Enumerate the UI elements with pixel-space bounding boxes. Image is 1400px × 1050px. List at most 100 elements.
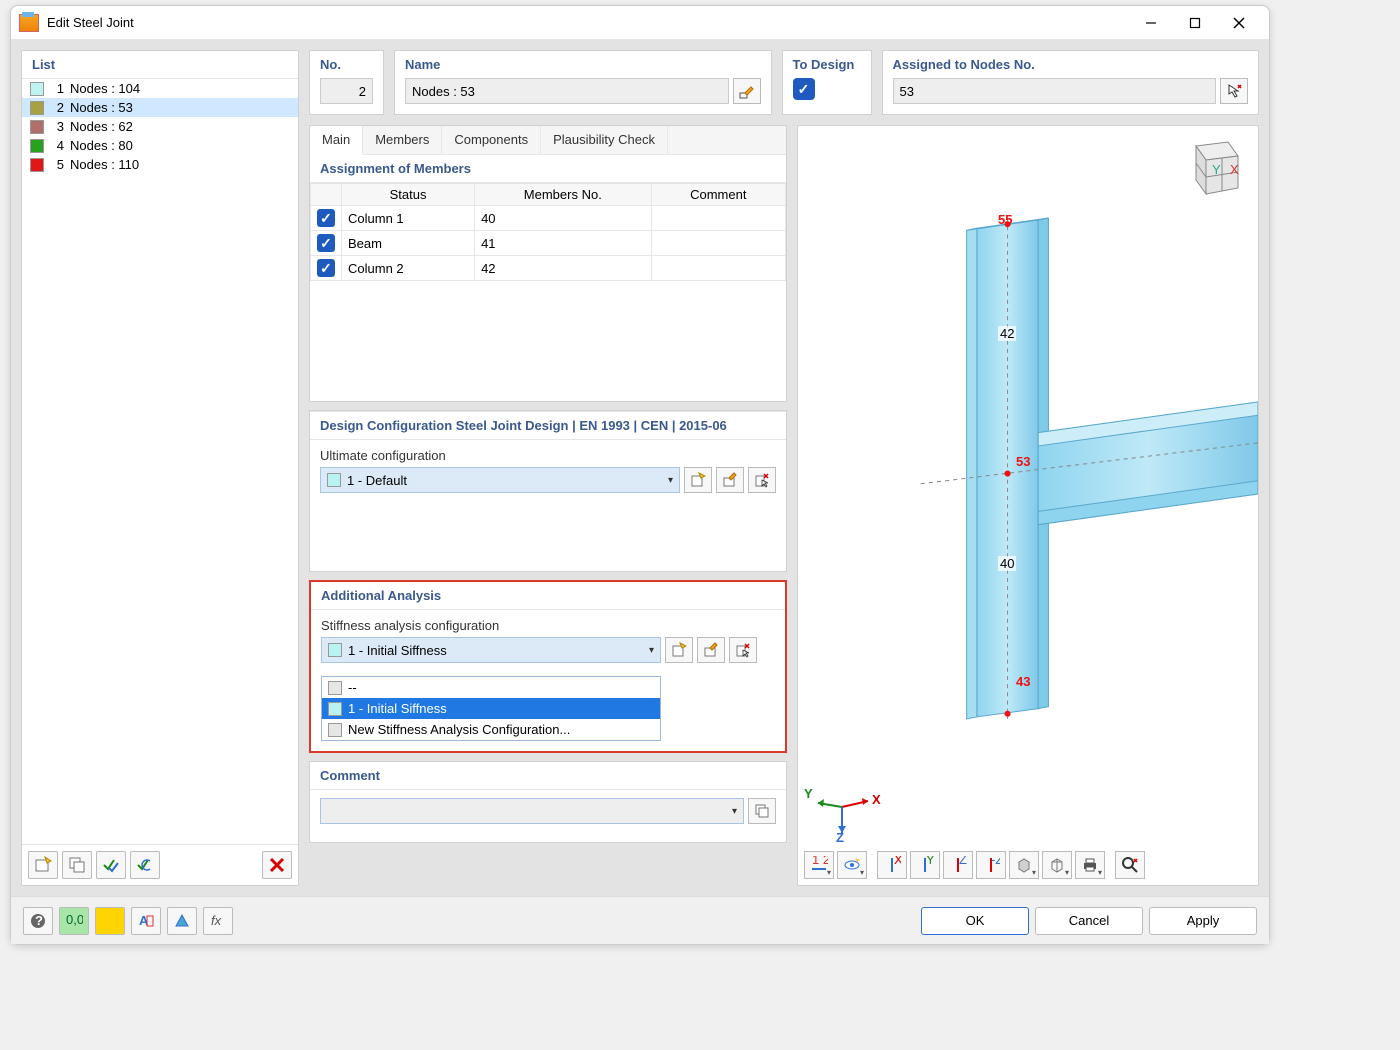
dropdown-option[interactable]: -- — [322, 677, 660, 698]
delete-item-button[interactable] — [262, 851, 292, 879]
row-status: Beam — [342, 231, 475, 256]
vp-visibility-button[interactable] — [837, 851, 867, 879]
vp-print-button[interactable] — [1075, 851, 1105, 879]
nav-cube[interactable]: Y X — [1176, 138, 1246, 202]
design-pick-button[interactable] — [748, 467, 776, 493]
tab-members[interactable]: Members — [363, 126, 442, 154]
design-config-header: Design Configuration Steel Joint Design … — [310, 411, 786, 440]
tab-plausibility-check[interactable]: Plausibility Check — [541, 126, 668, 154]
list-item-index: 4 — [50, 138, 64, 153]
formula-button[interactable]: fx — [203, 907, 233, 935]
list-item[interactable]: 2 Nodes : 53 — [22, 98, 298, 117]
vp-axis-y-button[interactable]: Y — [910, 851, 940, 879]
edit-steel-joint-window: Edit Steel Joint List 1 Nodes : 104 2 No… — [10, 5, 1270, 945]
name-input[interactable]: Nodes : 53 — [405, 78, 729, 104]
maximize-button[interactable] — [1173, 9, 1217, 37]
to-design-label: To Design — [793, 57, 861, 72]
stiffness-config-combo[interactable]: 1 - Initial Siffness ▾ — [321, 637, 661, 663]
uncheck-all-button[interactable] — [130, 851, 160, 879]
tab-main[interactable]: Main — [310, 126, 363, 155]
svg-text:Y: Y — [1212, 162, 1221, 177]
list-item[interactable]: 1 Nodes : 104 — [22, 79, 298, 98]
comment-expand-button[interactable] — [748, 798, 776, 824]
text-settings-button[interactable]: A — [131, 907, 161, 935]
color-swatch — [30, 120, 44, 134]
svg-text:1 2 3: 1 2 3 — [812, 856, 828, 867]
vp-render-mode-button[interactable] — [1042, 851, 1072, 879]
assigned-nodes-panel: Assigned to Nodes No. 53 — [882, 50, 1260, 115]
stiffness-edit-button[interactable] — [697, 637, 725, 663]
list-item-label: Nodes : 62 — [70, 119, 133, 134]
svg-text:Z: Z — [959, 856, 967, 867]
units-button[interactable]: 0,00 — [59, 907, 89, 935]
vp-axis-x-button[interactable]: X — [877, 851, 907, 879]
list-item[interactable]: 4 Nodes : 80 — [22, 136, 298, 155]
vp-dimensions-button[interactable]: 1 2 3 — [804, 851, 834, 879]
viewport-3d[interactable]: 55 42 53 40 43 Y X — [797, 125, 1259, 886]
row-checkbox[interactable] — [317, 259, 335, 277]
design-new-button[interactable] — [684, 467, 712, 493]
duplicate-item-button[interactable] — [62, 851, 92, 879]
list-item[interactable]: 3 Nodes : 62 — [22, 117, 298, 136]
member-label-upper: 42 — [998, 326, 1016, 341]
reset-view-button[interactable] — [167, 907, 197, 935]
list-body[interactable]: 1 Nodes : 104 2 Nodes : 53 3 Nodes : 62 … — [22, 79, 298, 844]
chevron-down-icon: ▾ — [668, 475, 673, 486]
app-icon — [19, 14, 39, 32]
row-checkbox[interactable] — [317, 209, 335, 227]
color-swatch — [30, 139, 44, 153]
vp-zoom-extents-button[interactable] — [1115, 851, 1145, 879]
list-item[interactable]: 5 Nodes : 110 — [22, 155, 298, 174]
assignment-status-col: Status — [342, 184, 475, 206]
color-swatch — [30, 158, 44, 172]
tab-strip: MainMembersComponentsPlausibility Check — [310, 126, 786, 154]
tabs-panel: MainMembersComponentsPlausibility Check … — [309, 125, 787, 402]
stiffness-pick-button[interactable] — [729, 637, 757, 663]
row-comment — [651, 206, 785, 231]
vp-axis-neg-z-button[interactable]: -Z — [976, 851, 1006, 879]
option-label: 1 - Initial Siffness — [348, 701, 447, 716]
option-swatch — [328, 723, 342, 737]
check-all-button[interactable] — [96, 851, 126, 879]
assigned-nodes-input[interactable]: 53 — [893, 78, 1217, 104]
pick-nodes-button[interactable] — [1220, 78, 1248, 104]
vp-iso-view-button[interactable] — [1009, 851, 1039, 879]
cancel-button[interactable]: Cancel — [1035, 907, 1143, 935]
color-swatch — [30, 101, 44, 115]
row-status: Column 2 — [342, 256, 475, 281]
analysis-header: Additional Analysis — [311, 582, 785, 610]
stiffness-new-button[interactable] — [665, 637, 693, 663]
node-label-top: 55 — [998, 212, 1012, 227]
row-comment — [651, 231, 785, 256]
new-item-button[interactable] — [28, 851, 58, 879]
tab-components[interactable]: Components — [442, 126, 541, 154]
to-design-checkbox[interactable] — [793, 78, 815, 100]
dropdown-option[interactable]: 1 - Initial Siffness — [322, 698, 660, 719]
close-window-button[interactable] — [1217, 9, 1261, 37]
design-edit-button[interactable] — [716, 467, 744, 493]
dropdown-option[interactable]: New Stiffness Analysis Configuration... — [322, 719, 660, 740]
color-button[interactable] — [95, 907, 125, 935]
minimize-button[interactable] — [1129, 9, 1173, 37]
apply-button[interactable]: Apply — [1149, 907, 1257, 935]
row-members: 40 — [475, 206, 651, 231]
stiffness-config-dropdown[interactable]: -- 1 - Initial Siffness New Stiffness Anal… — [321, 676, 661, 741]
row-checkbox[interactable] — [317, 234, 335, 252]
edit-name-button[interactable] — [733, 78, 761, 104]
node-label-bot: 43 — [1016, 674, 1030, 689]
table-row[interactable]: Beam 41 — [311, 231, 786, 256]
table-row[interactable]: Column 1 40 — [311, 206, 786, 231]
option-label: New Stiffness Analysis Configuration... — [348, 722, 570, 737]
ok-button[interactable]: OK — [921, 907, 1029, 935]
content-area: List 1 Nodes : 104 2 Nodes : 53 3 Nodes … — [11, 40, 1269, 896]
help-button[interactable]: ? — [23, 907, 53, 935]
vp-axis-z-button[interactable]: Z — [943, 851, 973, 879]
row-members: 41 — [475, 231, 651, 256]
comment-combo[interactable]: ▾ — [320, 798, 744, 824]
ultimate-config-combo[interactable]: 1 - Default ▾ — [320, 467, 680, 493]
design-config-panel: Design Configuration Steel Joint Design … — [309, 410, 787, 572]
no-input[interactable]: 2 — [320, 78, 373, 104]
name-panel: Name Nodes : 53 — [394, 50, 772, 115]
table-row[interactable]: Column 2 42 — [311, 256, 786, 281]
list-panel: List 1 Nodes : 104 2 Nodes : 53 3 Nodes … — [21, 50, 299, 886]
